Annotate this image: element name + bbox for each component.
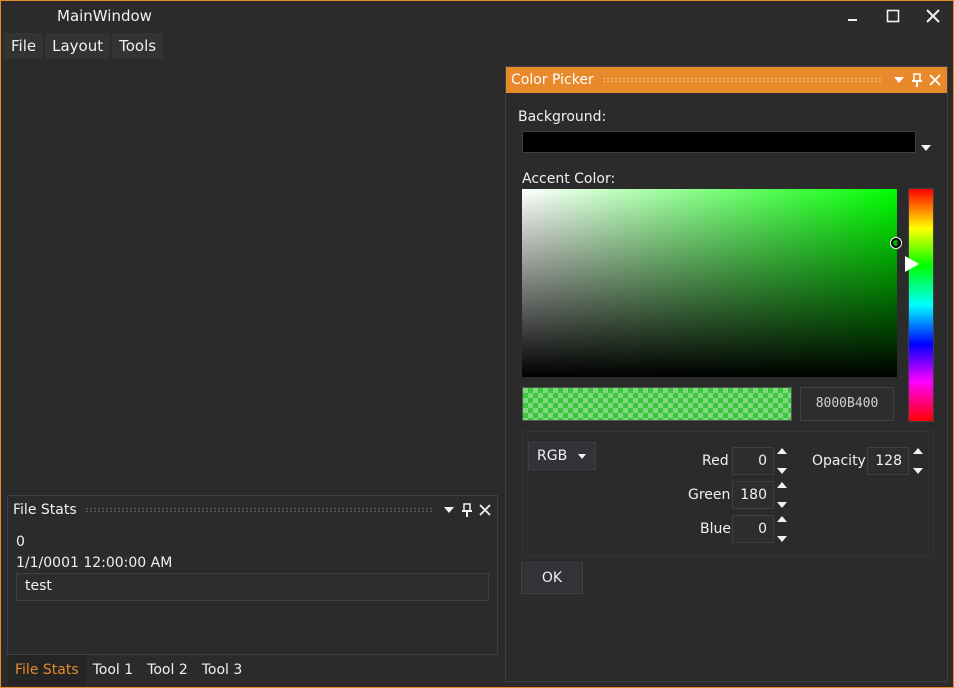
blue-stepper[interactable] (776, 515, 792, 543)
chevron-down-icon[interactable] (776, 501, 788, 509)
ok-button[interactable]: OK (521, 562, 583, 594)
color-selector-handle[interactable] (891, 238, 901, 248)
dropdown-icon[interactable] (440, 501, 458, 519)
close-pane-icon[interactable] (476, 501, 494, 519)
file-date: 1/1/0001 12:00:00 AM (16, 555, 173, 571)
color-preview-swatch (522, 387, 792, 421)
pin-icon[interactable] (458, 501, 476, 519)
opacity-label: Opacity (812, 453, 866, 469)
file-stats-header[interactable]: File Stats (8, 496, 497, 524)
color-picker-pane: Color Picker Background: Accent Color: 8… (505, 66, 948, 682)
color-mode-value: RGB (537, 448, 568, 464)
green-label: Green (688, 487, 731, 503)
chevron-down-icon[interactable] (912, 467, 924, 475)
hue-slider[interactable] (908, 188, 934, 422)
accent-color-label: Accent Color: (522, 171, 616, 187)
close-pane-icon[interactable] (926, 71, 944, 89)
hue-thumb-icon[interactable] (904, 255, 920, 277)
red-input[interactable]: 0 (732, 447, 774, 475)
opacity-stepper[interactable] (912, 447, 928, 475)
title-bar: MainWindow (1, 1, 953, 31)
tab-tool-1[interactable]: Tool 1 (85, 655, 141, 685)
opacity-input[interactable]: 128 (867, 447, 909, 475)
tab-file-stats[interactable]: File Stats (8, 655, 86, 685)
blue-label: Blue (700, 521, 731, 537)
main-window: MainWindow File Layout Tools File Stats (0, 0, 954, 688)
color-mode-select[interactable]: RGB (528, 442, 596, 470)
maximize-button[interactable] (873, 1, 913, 31)
close-button[interactable] (913, 1, 953, 31)
hex-input[interactable]: 8000B400 (800, 387, 894, 421)
menu-tools[interactable]: Tools (112, 33, 164, 59)
color-picker-header[interactable]: Color Picker (506, 67, 947, 93)
file-stats-pane: File Stats 0 1/1/0001 12:00:00 AM test (7, 495, 498, 655)
tab-tool-3[interactable]: Tool 3 (194, 655, 250, 685)
red-label: Red (702, 453, 729, 469)
bottom-tab-strip: File Stats Tool 1 Tool 2 Tool 3 (8, 655, 250, 685)
chevron-up-icon[interactable] (776, 515, 788, 523)
tab-tool-2[interactable]: Tool 2 (140, 655, 195, 685)
saturation-value-area[interactable] (522, 189, 897, 377)
chevron-down-icon[interactable] (776, 467, 788, 475)
chevron-up-icon[interactable] (776, 447, 788, 455)
chevron-up-icon[interactable] (912, 447, 924, 455)
minimize-icon (848, 19, 857, 21)
drag-grip[interactable] (601, 77, 882, 83)
file-count: 0 (16, 534, 25, 550)
chevron-down-icon[interactable] (776, 535, 788, 543)
pin-icon[interactable] (908, 71, 926, 89)
menu-layout[interactable]: Layout (45, 33, 111, 59)
menu-file[interactable]: File (4, 33, 44, 59)
chevron-down-icon[interactable] (920, 137, 932, 156)
window-title: MainWindow (57, 7, 152, 25)
file-text-input[interactable]: test (16, 573, 489, 601)
red-stepper[interactable] (776, 447, 792, 475)
chevron-up-icon[interactable] (776, 481, 788, 489)
close-icon (926, 9, 940, 23)
background-label: Background: (518, 109, 607, 125)
minimize-button[interactable] (833, 1, 873, 31)
color-picker-title: Color Picker (511, 72, 594, 88)
blue-input[interactable]: 0 (732, 515, 774, 543)
chevron-down-icon (578, 454, 586, 459)
file-stats-title: File Stats (13, 502, 77, 518)
dropdown-icon[interactable] (890, 71, 908, 89)
green-stepper[interactable] (776, 481, 792, 509)
maximize-icon (886, 9, 900, 23)
menu-bar: File Layout Tools (4, 33, 165, 59)
drag-grip[interactable] (84, 507, 432, 513)
background-color-dropdown[interactable] (522, 131, 916, 153)
green-input[interactable]: 180 (732, 481, 774, 509)
